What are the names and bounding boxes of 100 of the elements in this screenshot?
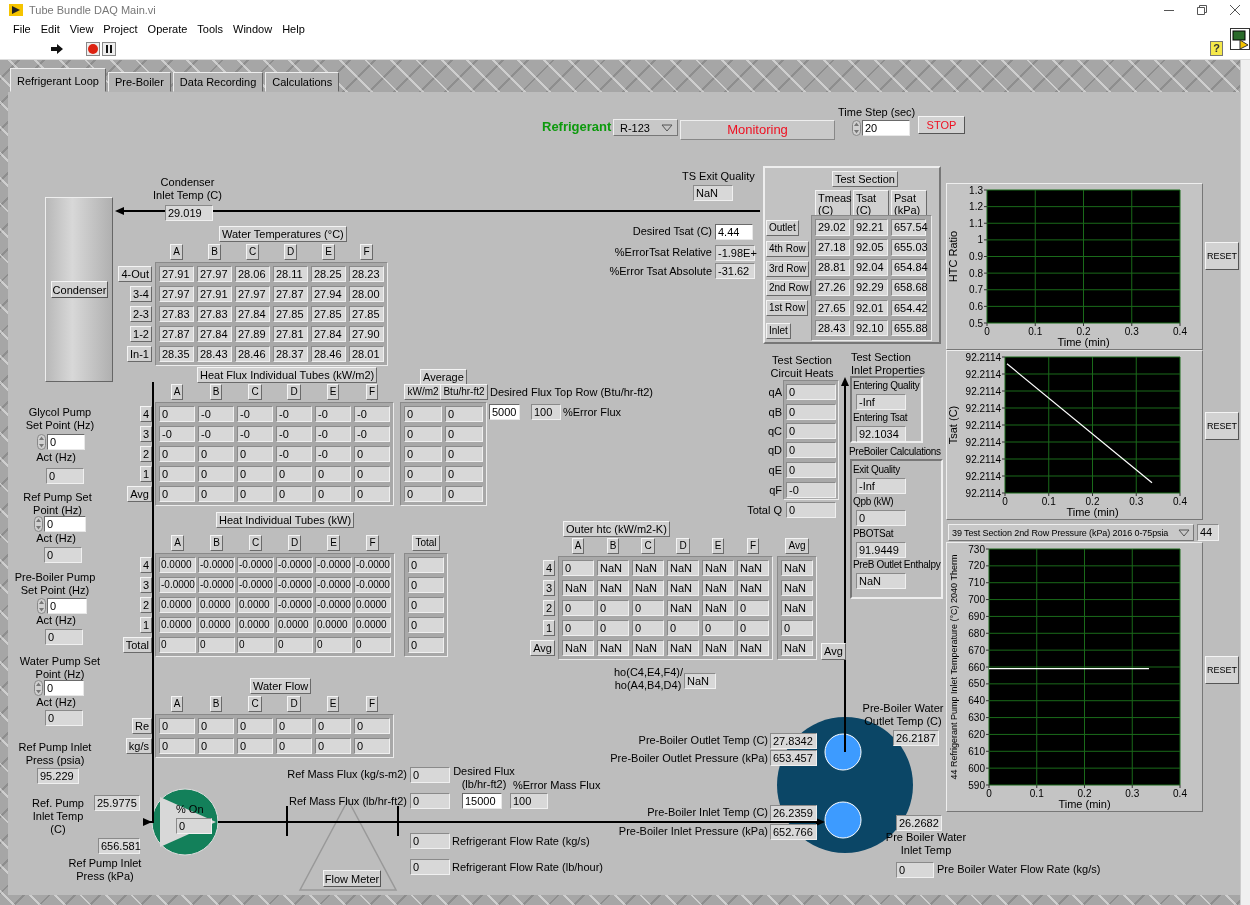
condenser-button[interactable]: Condenser [51,281,108,298]
group-title: Test Section Circuit Heats [769,354,835,380]
table-cell: 0.0000 [276,617,313,633]
axis-tick-label: 1.3 [969,184,983,196]
axis-title: 44 Refrigerant Pump Inlet Temperature (°C) 2040 Therm [949,554,959,780]
table-cell: 27.65 [815,299,850,317]
numeric-indicator: 0 [786,404,836,420]
row-header: 4th Row [766,241,809,257]
numeric-indicator: 0 [410,767,450,783]
axis-title: Time (min) [1057,336,1110,348]
table-cell: 0 [354,718,390,734]
axis-tick-label: 0.6 [969,300,983,312]
menu-item[interactable]: Help [277,23,310,35]
reset-button[interactable]: RESET [1205,412,1239,440]
table-cell: 0 [198,446,234,462]
menu-item[interactable]: Project [98,23,143,35]
numeric-indicator: -Inf [856,394,906,410]
row-header: 1 [139,466,152,482]
menu-item[interactable]: View [64,23,99,35]
table-cell: 0 [702,620,734,636]
table-cell: -0.0000 [354,577,391,593]
table-cell: 27.97 [235,286,270,302]
refrigerant-dropdown[interactable]: R-123 [613,119,678,136]
column-header: B [209,384,223,400]
field-label: Ref. Pump Inlet Temp (C) [31,797,85,836]
table-cell: 27.85 [311,306,346,322]
numeric-indicator: -Inf [856,478,906,494]
table-cell: 92.21 [853,219,888,236]
row-header: 4-Out [118,266,152,282]
field-label: Desired Flux Top Row (Btu/hr-ft2) [490,386,655,399]
tab[interactable]: Data Recording [172,72,264,92]
numeric-input[interactable]: 0 [44,680,84,696]
table-cell: NaN [632,560,664,576]
table-cell: -0 [237,426,273,442]
menu-item[interactable]: Tools [192,23,229,35]
tab[interactable]: Refrigerant Loop [10,68,106,92]
caption: Refrigerant Flow Rate (lb/hour) [452,861,604,874]
numeric-indicator: NaN [684,673,716,689]
tab[interactable]: Calculations [265,72,340,92]
column-header: E [326,384,340,400]
table-cell: 0 [276,466,312,482]
menu-item[interactable]: Edit [35,23,65,35]
menu-item[interactable]: Operate [142,23,193,35]
table-cell: 0.0000 [354,617,391,633]
axis-tick-label: 620 [968,728,985,740]
menu-item[interactable]: File [8,23,36,35]
table-cell: 27.89 [235,326,270,342]
table-cell: NaN [597,560,629,576]
axis-tick-label: 680 [968,627,985,639]
table-cell: 28.25 [311,266,346,282]
numeric-input[interactable]: 15000 [462,793,502,809]
tab[interactable]: Pre-Boiler [107,72,171,92]
table-cell: 0 [276,486,312,502]
table-cell: 0 [562,620,594,636]
row-header: kg/s [125,738,152,754]
numeric-input[interactable]: 0 [47,598,87,614]
table-cell: -0.0000 [276,577,313,593]
table-cell: -0 [354,426,390,442]
reset-button[interactable]: RESET [1205,656,1239,684]
table-cell: 27.83 [159,306,194,322]
axis-tick-label: 0.4 [1173,788,1187,799]
axis-tick-label: 0.2 [1076,326,1091,337]
table-cell: NaN [702,560,734,576]
table-cell: 0.0000 [237,597,274,613]
table-cell: 0 [737,600,769,616]
column-header: C [248,384,262,400]
channel-dropdown[interactable]: 39 Test Section 2nd Row Pressure (kPa) 2016 0-75psia [948,524,1194,541]
menu-item[interactable]: Window [228,23,278,35]
table-cell: 92.05 [853,239,888,256]
axis-tick-label: 0.3 [1129,496,1144,507]
table-cell: 0 [159,466,195,482]
help-button[interactable]: ? [1210,41,1223,56]
table-cell: 0 [159,637,196,653]
row-header: 1-2 [130,326,152,342]
table-cell: 0 [445,426,483,442]
numeric-indicator: 0 [45,710,83,726]
numeric-indicator: 91.9449 [856,542,906,558]
field-label: Total Q [746,504,782,517]
table-cell: -0.0000 [315,577,352,593]
table-cell: 0.0000 [354,597,391,613]
row-header: In-1 [127,346,152,362]
table-cell: -0.0000 [159,577,196,593]
dropdown-value: 39 Test Section 2nd Row Pressure (kPa) 2016 0-75psia [952,527,1169,538]
caption: Ref Pump Inlet Press (kPa) [67,857,143,883]
numeric-input[interactable]: 4.44 [715,224,753,240]
table-cell: 27.90 [349,326,384,342]
reset-button[interactable]: RESET [1205,242,1239,270]
column-header: A [171,535,184,551]
numeric-input[interactable]: 0 [47,434,85,450]
status-display: Monitoring [680,120,835,140]
axis-tick-label: 92.2114 [965,453,1001,465]
caption: Pre Boiler Water Flow Rate (kg/s) [937,863,1102,876]
numeric-indicator: 29.019 [165,205,213,221]
numeric-input[interactable]: 5000 [489,404,520,420]
numeric-input[interactable]: 0 [44,516,86,532]
numeric-input[interactable]: 20 [862,120,910,136]
field-label: %ErrorTsat Relative [613,246,712,259]
table-cell: -0 [315,406,351,422]
table-cell: 0 [276,718,312,734]
column-header: C [245,244,260,260]
